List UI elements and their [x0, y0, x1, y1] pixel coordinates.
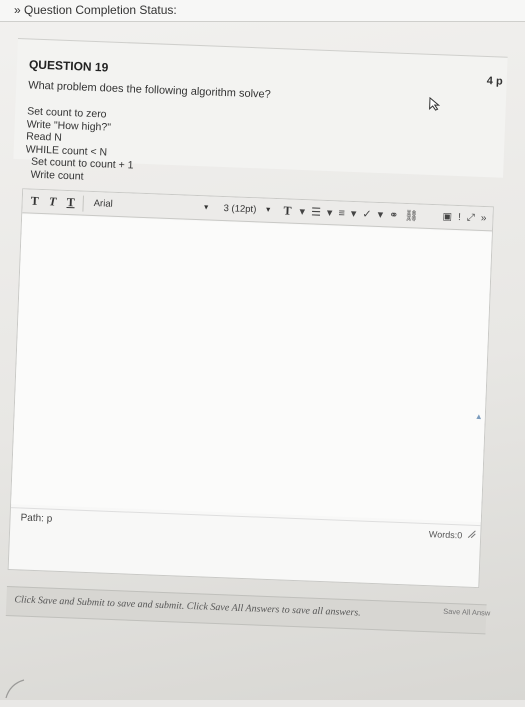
bullet-list-icon[interactable]: ☰	[311, 205, 321, 218]
chevron-down-icon[interactable]: ▾	[351, 207, 357, 220]
corner-curve	[5, 679, 25, 699]
fullscreen-icon[interactable]: ⤢	[467, 212, 475, 223]
unlink-icon[interactable]: ⛓	[404, 209, 418, 223]
answer-text-area[interactable]: ▲	[11, 214, 492, 523]
preview-icon[interactable]: ▣	[442, 211, 452, 222]
resize-handle-icon[interactable]	[467, 530, 476, 539]
screen-photo: » Question Completion Status: QUESTION 1…	[0, 0, 525, 700]
toolbar-right-group: ▣ ! ⤢ »	[442, 211, 492, 224]
italic-button[interactable]: T	[46, 194, 59, 209]
save-all-answers-button[interactable]: Save All Answ	[443, 607, 490, 618]
chevron-down-icon: ▼	[264, 206, 272, 214]
status-chevron-icon: »	[14, 3, 25, 17]
points-label: 4 p	[486, 75, 503, 88]
font-family-select[interactable]: Arial ▼	[89, 194, 214, 217]
chevron-down-icon: ▼	[202, 204, 210, 212]
underline-button[interactable]: T	[64, 195, 77, 210]
question-panel: QUESTION 19 4 p What problem does the fo…	[13, 38, 508, 182]
question-scene: QUESTION 19 4 p What problem does the fo…	[0, 38, 518, 707]
question-number: QUESTION 19	[28, 57, 109, 75]
bold-button[interactable]: T	[28, 194, 41, 209]
mouse-cursor-icon	[429, 96, 441, 111]
word-count: Words:0	[428, 529, 463, 541]
numbered-list-icon[interactable]: ≡	[338, 207, 345, 219]
status-label: Question Completion Status:	[24, 3, 177, 17]
algorithm-block: Set count to zero Write "How high?" Read…	[25, 105, 136, 184]
spellcheck-icon[interactable]: ✓	[362, 207, 372, 220]
question-prompt: What problem does the following algorith…	[27, 79, 271, 101]
answer-editor: T T T Arial ▼ 3 (12pt) ▼ T ▾ ☰ ▾ ≡ ▾ ✓ ▾…	[7, 188, 494, 589]
path-label: Path: p	[20, 512, 53, 525]
font-size-value: 3 (12pt)	[223, 203, 257, 216]
chevron-down-icon[interactable]: ▾	[377, 208, 383, 221]
chevron-down-icon[interactable]: ▾	[327, 206, 333, 219]
completion-status-bar[interactable]: » Question Completion Status:	[0, 0, 525, 22]
link-icon[interactable]: ⚭	[389, 208, 399, 221]
toolbar-divider	[82, 195, 85, 212]
font-size-select[interactable]: 3 (12pt) ▼	[219, 199, 276, 219]
text-color-button[interactable]: T	[281, 203, 294, 218]
chevron-down-icon[interactable]: ▾	[299, 205, 305, 218]
collapse-toolbar-icon[interactable]: »	[481, 213, 487, 224]
scroll-up-icon[interactable]: ▲	[474, 412, 483, 426]
font-family-value: Arial	[93, 198, 113, 210]
source-code-icon[interactable]: !	[458, 212, 461, 223]
